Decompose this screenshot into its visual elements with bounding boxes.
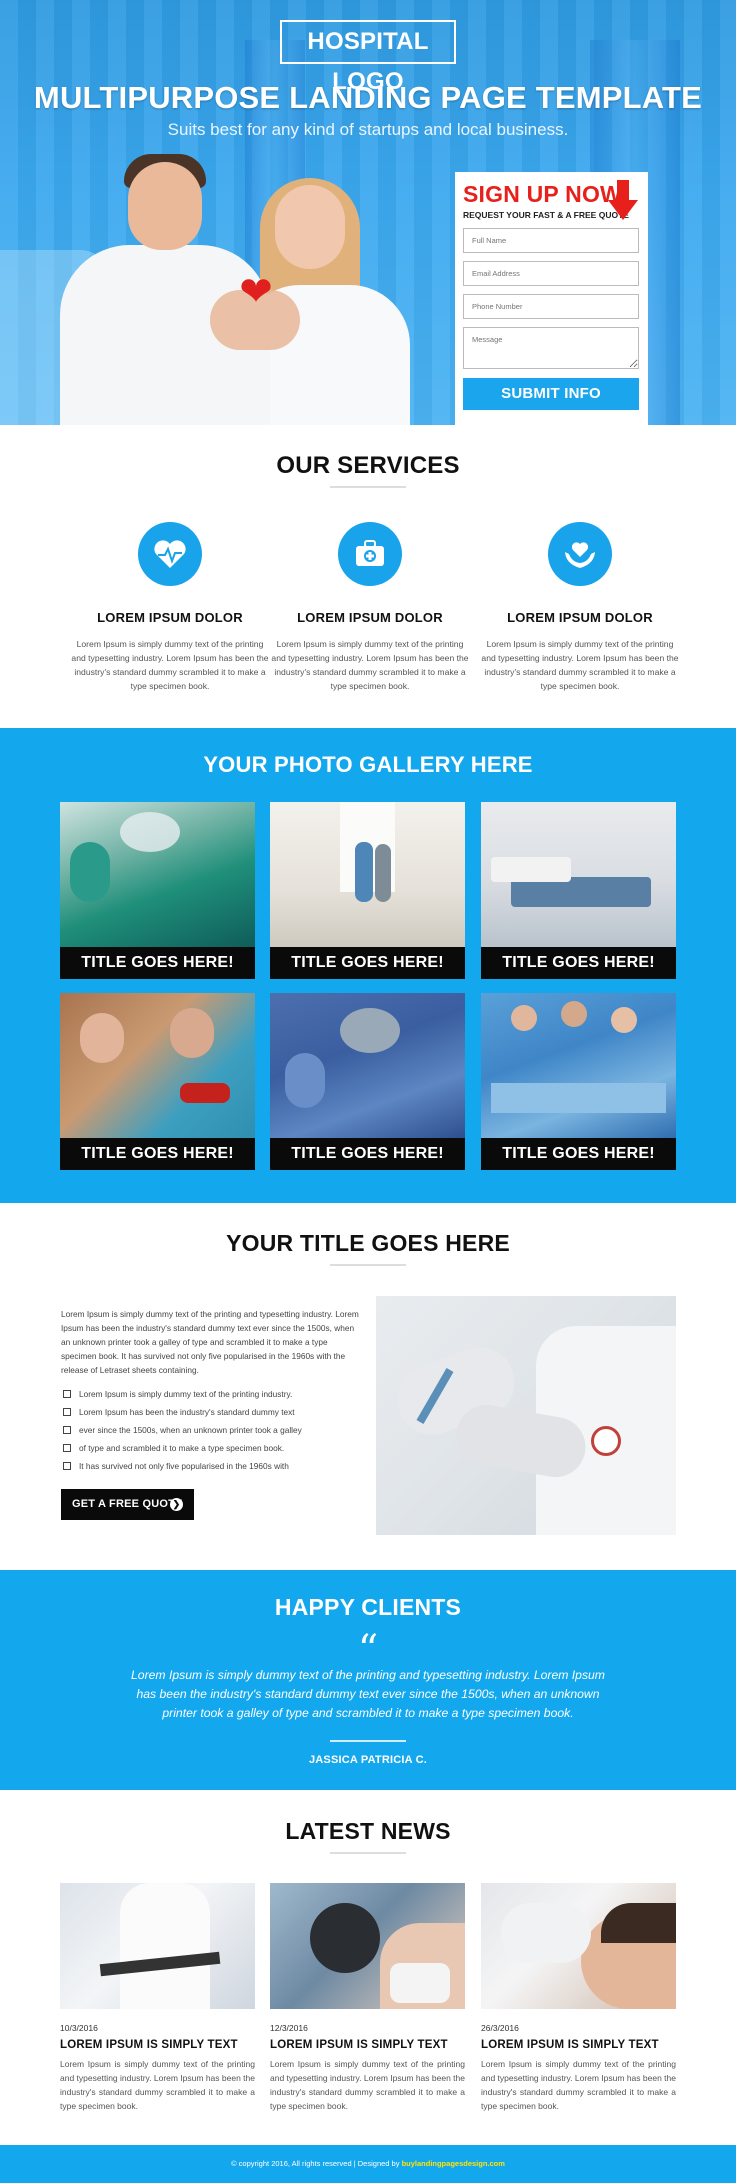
gallery-caption: TITLE GOES HERE! — [60, 947, 255, 979]
news-image — [270, 1883, 465, 2009]
quote-icon: “ — [357, 1627, 379, 1673]
news-date: 10/3/2016 — [60, 2023, 98, 2033]
gallery-title: YOUR PHOTO GALLERY HERE — [203, 752, 533, 777]
gallery-caption: TITLE GOES HERE! — [270, 1138, 465, 1170]
news-date: 26/3/2016 — [481, 2023, 519, 2033]
gallery-item[interactable]: TITLE GOES HERE! — [60, 802, 255, 979]
news-text: Lorem Ipsum is simply dummy text of the … — [481, 2059, 676, 2111]
designer-link[interactable]: buylandingpagesdesign.com — [402, 2159, 505, 2168]
services-title: OUR SERVICES — [276, 452, 460, 479]
news-heading[interactable]: LOREM IPSUM IS SIMPLY TEXT — [481, 2039, 676, 2051]
clients-divider — [330, 1740, 406, 1742]
news-item[interactable]: 12/3/2016 LOREM IPSUM IS SIMPLY TEXT Lor… — [270, 1883, 465, 2113]
gallery-item[interactable]: TITLE GOES HERE! — [270, 802, 465, 979]
gallery-caption: TITLE GOES HERE! — [60, 1138, 255, 1170]
news-date: 12/3/2016 — [270, 2023, 308, 2033]
gallery-item[interactable]: TITLE GOES HERE! — [481, 993, 676, 1170]
gallery-item[interactable]: TITLE GOES HERE! — [481, 802, 676, 979]
checkbox-icon — [63, 1426, 71, 1434]
news-image — [60, 1883, 255, 2009]
medical-kit-icon — [338, 522, 402, 586]
gallery-item[interactable]: TITLE GOES HERE! — [270, 993, 465, 1170]
gallery-caption: TITLE GOES HERE! — [481, 1138, 676, 1170]
about-divider — [330, 1264, 406, 1266]
news-image — [481, 1883, 676, 2009]
get-free-quote-label: GET A FREE QUOTE — [72, 1498, 183, 1510]
service-name: LOREM IPSUM DOLOR — [297, 610, 443, 625]
testimonial-author: JASSICA PATRICIA C. — [308, 1754, 428, 1766]
hero-subtitle: Suits best for any kind of startups and … — [167, 120, 569, 139]
service-text: Lorem Ipsum is simply dummy text of the … — [271, 639, 469, 691]
footer: © copyright 2016, All rights reserved | … — [0, 2145, 736, 2183]
heart-hands-icon — [548, 522, 612, 586]
copyright-text: © copyright 2016, All rights reserved | … — [231, 2159, 400, 2168]
checklist-item: Lorem Ipsum is simply dummy text of the … — [63, 1385, 363, 1403]
service-text: Lorem Ipsum is simply dummy text of the … — [71, 639, 269, 691]
news-item[interactable]: 26/3/2016 LOREM IPSUM IS SIMPLY TEXT Lor… — [481, 1883, 676, 2113]
submit-info-button[interactable]: SUBMIT INFO — [463, 378, 639, 410]
hospital-ward-photo — [481, 802, 676, 947]
news-text: Lorem Ipsum is simply dummy text of the … — [270, 2059, 465, 2111]
message-field[interactable] — [463, 327, 639, 369]
dentist-photo — [60, 993, 255, 1138]
heartbeat-icon — [138, 522, 202, 586]
service-text: Lorem Ipsum is simply dummy text of the … — [481, 639, 679, 691]
hallway-photo — [270, 802, 465, 947]
hospital-logo[interactable]: HOSPITAL LOGO — [280, 20, 456, 95]
news-item[interactable]: 10/3/2016 LOREM IPSUM IS SIMPLY TEXT Lor… — [60, 1883, 255, 2113]
services-divider — [330, 486, 406, 488]
gallery-caption: TITLE GOES HERE! — [481, 947, 676, 979]
testimonial-text: Lorem Ipsum is simply dummy text of the … — [131, 1668, 605, 1720]
checklist-item: ever since the 1500s, when an unknown pr… — [63, 1421, 363, 1439]
full-name-field[interactable] — [463, 228, 639, 253]
service-item: LOREM IPSUM DOLOR Lorem Ipsum is simply … — [480, 522, 680, 693]
checkbox-icon — [63, 1444, 71, 1452]
news-heading[interactable]: LOREM IPSUM IS SIMPLY TEXT — [270, 2039, 465, 2051]
news-text: Lorem Ipsum is simply dummy text of the … — [60, 2059, 255, 2111]
hero-doctors-image: ❤ — [60, 150, 420, 425]
surgery-photo — [60, 802, 255, 947]
service-item: LOREM IPSUM DOLOR Lorem Ipsum is simply … — [70, 522, 270, 693]
news-divider — [330, 1852, 406, 1854]
email-field[interactable] — [463, 261, 639, 286]
checklist-item: of type and scrambled it to make a type … — [63, 1439, 363, 1457]
signup-form: SIGN UP NOW REQUEST YOUR FAST & A FREE Q… — [455, 172, 648, 425]
clients-title: HAPPY CLIENTS — [274, 1594, 462, 1620]
operation-photo — [270, 993, 465, 1138]
heart-icon: ❤ — [239, 270, 273, 314]
checklist-item: It has survived not only five popularise… — [63, 1457, 363, 1475]
checkbox-icon — [63, 1462, 71, 1470]
service-item: LOREM IPSUM DOLOR Lorem Ipsum is simply … — [270, 522, 470, 693]
news-title: LATEST NEWS — [285, 1818, 451, 1844]
checkbox-icon — [63, 1390, 71, 1398]
gallery-item[interactable]: TITLE GOES HERE! — [60, 993, 255, 1170]
hero-title: MULTIPURPOSE LANDING PAGE TEMPLATE — [33, 80, 703, 115]
service-name: LOREM IPSUM DOLOR — [97, 610, 243, 625]
doctor-syringe-photo — [376, 1296, 676, 1535]
surgical-team-photo — [481, 993, 676, 1138]
about-title: YOUR TITLE GOES HERE — [226, 1230, 510, 1256]
chevron-right-icon: ❯ — [170, 1498, 183, 1511]
service-name: LOREM IPSUM DOLOR — [507, 610, 653, 625]
gallery-caption: TITLE GOES HERE! — [270, 947, 465, 979]
checkbox-icon — [63, 1408, 71, 1416]
news-heading[interactable]: LOREM IPSUM IS SIMPLY TEXT — [60, 2039, 255, 2051]
phone-field[interactable] — [463, 294, 639, 319]
about-checklist: Lorem Ipsum is simply dummy text of the … — [63, 1385, 363, 1475]
checklist-item: Lorem Ipsum has been the industry's stan… — [63, 1403, 363, 1421]
about-paragraph: Lorem Ipsum is simply dummy text of the … — [61, 1309, 359, 1375]
arrow-down-icon — [608, 180, 638, 222]
get-free-quote-button[interactable]: GET A FREE QUOTE ❯ — [61, 1489, 194, 1520]
